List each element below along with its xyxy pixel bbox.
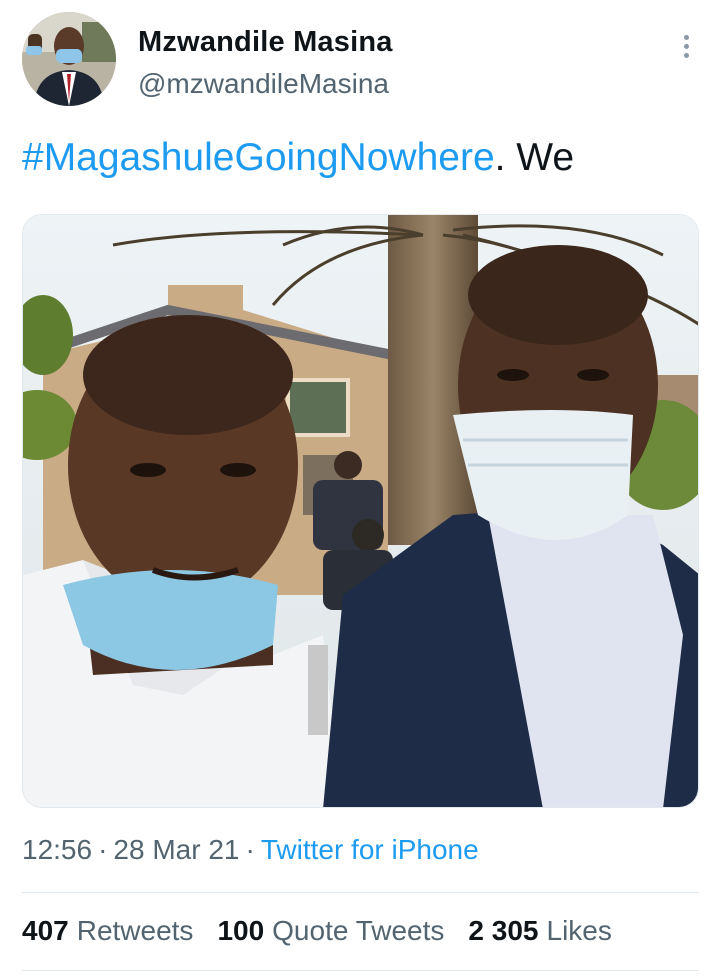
tweet-source-link[interactable]: Twitter for iPhone: [261, 834, 479, 865]
quotes-label: Quote Tweets: [272, 915, 445, 946]
tweet-text: #MagashuleGoingNowhere. We: [22, 136, 574, 180]
retweets-count: 407: [22, 915, 69, 946]
divider: [22, 892, 699, 893]
quotes-count: 100: [217, 915, 265, 946]
quote-tweets-stat[interactable]: 100 Quote Tweets: [217, 915, 444, 947]
tweet-date: 28 Mar 21: [113, 834, 240, 865]
retweets-stat[interactable]: 407 Retweets: [22, 915, 193, 947]
hashtag-link[interactable]: #MagashuleGoingNowhere: [22, 136, 495, 179]
likes-label: Likes: [546, 915, 612, 946]
divider: [22, 970, 699, 971]
tweet-header: Mzwandile Masina @mzwandileMasina: [22, 12, 702, 108]
retweets-label: Retweets: [76, 915, 194, 946]
likes-count: 2 305: [468, 915, 539, 946]
likes-stat[interactable]: 2 305 Likes: [468, 915, 611, 947]
meta-separator: ·: [98, 834, 108, 865]
meta-separator: ·: [245, 834, 255, 865]
more-vertical-icon[interactable]: [674, 26, 698, 66]
tweet-text-body: . We: [494, 136, 575, 179]
tweet-time: 12:56: [22, 834, 93, 865]
tweet-stats: 407 Retweets 100 Quote Tweets 2 305 Likes: [22, 915, 612, 947]
user-handle[interactable]: @mzwandileMasina: [138, 68, 389, 100]
display-name[interactable]: Mzwandile Masina: [138, 26, 393, 59]
tweet-meta: 12:56 · 28 Mar 21 · Twitter for iPhone: [22, 834, 479, 866]
tweet-photo[interactable]: [22, 214, 699, 808]
avatar[interactable]: [22, 12, 116, 106]
